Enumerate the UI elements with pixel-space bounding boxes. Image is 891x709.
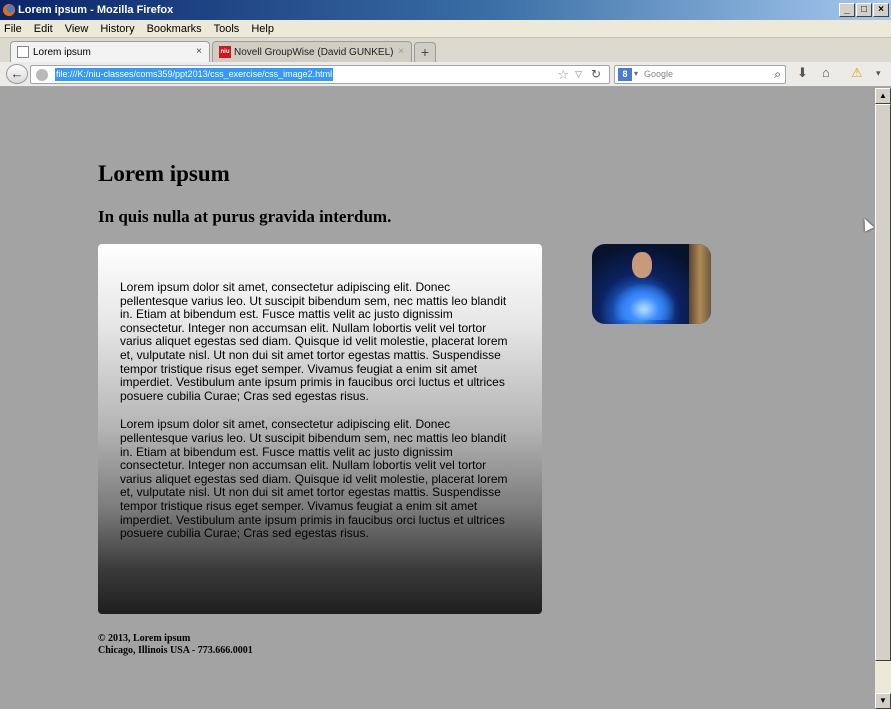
scroll-down-button[interactable]: ▼ <box>875 693 891 709</box>
maximize-button[interactable]: □ <box>856 3 872 17</box>
page-footer: © 2013, Lorem ipsum Chicago, Illinois US… <box>98 633 253 657</box>
firefox-icon <box>3 4 15 16</box>
image-side-detail <box>689 244 711 324</box>
navigation-toolbar: ← file:///K:/niu-classes/coms359/ppt2013… <box>0 62 891 87</box>
menu-help[interactable]: Help <box>251 23 274 35</box>
body-paragraph-1: Lorem ipsum dolor sit amet, consectetur … <box>120 280 508 403</box>
home-icon[interactable]: ⌂ <box>822 65 830 80</box>
url-bar[interactable]: file:///K:/niu-classes/coms359/ppt2013/c… <box>30 65 610 84</box>
image-glow <box>614 284 674 320</box>
google-icon[interactable]: 8 <box>618 68 632 81</box>
close-button[interactable]: × <box>873 3 889 17</box>
search-icon[interactable]: ⌕ <box>774 67 781 82</box>
back-button[interactable]: ← <box>6 64 28 84</box>
globe-icon <box>36 69 48 81</box>
window-title: Lorem ipsum - Mozilla Firefox <box>18 4 174 16</box>
search-bar[interactable]: 8 ▾ Google ⌕ <box>614 65 786 84</box>
tab-lorem-ipsum[interactable]: Lorem ipsum × <box>10 41 210 62</box>
page-subheading: In quis nulla at purus gravida interdum. <box>98 207 392 226</box>
tab-novell-groupwise[interactable]: niu Novell GroupWise (David GUNKEL) × <box>212 41 412 62</box>
tab-strip: Lorem ipsum × niu Novell GroupWise (Davi… <box>0 38 891 62</box>
portrait-image <box>592 244 711 324</box>
menu-bookmarks[interactable]: Bookmarks <box>147 23 202 35</box>
menu-view[interactable]: View <box>65 23 89 35</box>
menu-bar: File Edit View History Bookmarks Tools H… <box>0 20 891 38</box>
search-engine-dropdown-icon[interactable]: ▾ <box>634 69 638 78</box>
content-box: Lorem ipsum dolor sit amet, consectetur … <box>98 244 542 614</box>
search-placeholder: Google <box>644 69 674 79</box>
menu-history[interactable]: History <box>100 23 134 35</box>
page-icon <box>17 46 29 58</box>
tab-close-icon[interactable]: × <box>196 46 202 57</box>
window-controls: _ □ × <box>839 3 889 17</box>
reload-icon[interactable]: ↻ <box>591 67 601 81</box>
overflow-menu-icon[interactable]: ▾ <box>876 68 881 79</box>
tab-label: Novell GroupWise (David GUNKEL) <box>234 46 394 58</box>
niu-favicon-icon: niu <box>219 46 231 58</box>
tab-close-icon[interactable]: × <box>398 46 404 57</box>
downloads-icon[interactable]: ⬇ <box>797 65 808 81</box>
image-face <box>632 252 652 278</box>
minimize-button[interactable]: _ <box>839 3 855 17</box>
bookmark-star-icon[interactable]: ☆ <box>557 67 569 83</box>
footer-copyright: © 2013, Lorem ipsum <box>98 633 191 644</box>
window-titlebar[interactable]: Lorem ipsum - Mozilla Firefox _ □ × <box>0 0 891 20</box>
warning-icon[interactable]: ⚠ <box>851 65 863 81</box>
menu-edit[interactable]: Edit <box>34 23 53 35</box>
vertical-scrollbar[interactable]: ▲ ▼ <box>875 88 891 709</box>
url-text[interactable]: file:///K:/niu-classes/coms359/ppt2013/c… <box>55 68 334 81</box>
scroll-up-button[interactable]: ▲ <box>875 88 891 104</box>
page-heading: Lorem ipsum <box>98 161 230 186</box>
tab-label: Lorem ipsum <box>33 46 91 58</box>
menu-tools[interactable]: Tools <box>214 23 240 35</box>
page-viewport: Lorem ipsum In quis nulla at purus gravi… <box>0 88 875 709</box>
new-tab-button[interactable]: + <box>414 42 436 62</box>
footer-contact: Chicago, Illinois USA - 773.666.0001 <box>98 645 253 656</box>
back-arrow-icon: ← <box>10 66 24 81</box>
menu-file[interactable]: File <box>4 23 22 35</box>
body-paragraph-2: Lorem ipsum dolor sit amet, consectetur … <box>120 417 508 541</box>
url-dropdown-icon[interactable]: ▽ <box>575 69 582 80</box>
scroll-thumb[interactable] <box>875 104 891 661</box>
